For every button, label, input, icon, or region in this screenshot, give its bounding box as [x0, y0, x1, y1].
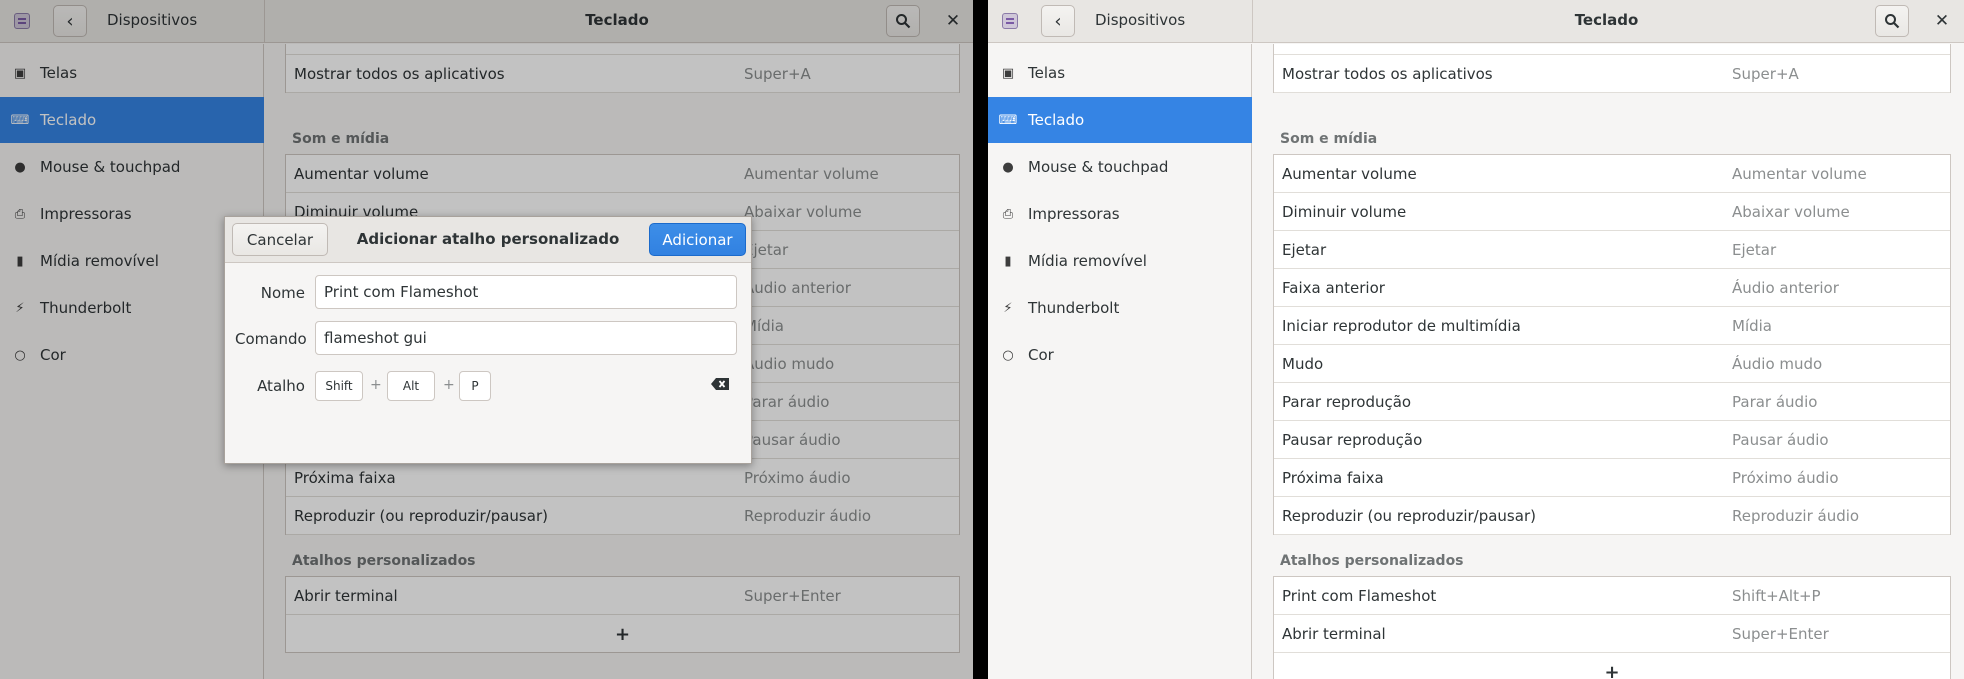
shortcut-key-p: P: [459, 371, 491, 401]
add-button[interactable]: Adicionar: [649, 223, 746, 256]
sidebar-item-midia-removivel[interactable]: ▮ Mídia removível: [988, 238, 1252, 284]
shortcut-row[interactable]: Abrir terminal Super+Enter: [1274, 615, 1950, 653]
sidebar-item-thunderbolt[interactable]: ⚡ Thunderbolt: [988, 285, 1252, 331]
shortcut-name: Reproduzir (ou reproduzir/pausar): [1282, 507, 1536, 525]
name-label: Nome: [260, 284, 305, 302]
settings-window-left: ‹ Dispositivos Teclado ✕ ▣ Telas ⌨ Teclado ●…: [0, 0, 973, 679]
sidebar-item-mouse-touchpad[interactable]: ● Mouse & touchpad: [988, 144, 1252, 190]
shortcut-name: Aumentar volume: [1282, 165, 1417, 183]
key-separator: +: [443, 377, 455, 393]
sidebar: ▣ Telas ⌨ Teclado ● Mouse & touchpad ⎙ Impresso…: [988, 44, 1252, 679]
shortcut-key-alt: Alt: [387, 371, 435, 401]
back-button[interactable]: ‹: [1041, 5, 1075, 37]
shortcut-accel: Parar áudio: [1732, 393, 1818, 411]
mouse-icon: ●: [1002, 159, 1014, 175]
shortcut-group: Mostrar o prompt de comando de execução A…: [1273, 44, 1951, 93]
shortcut-name: Abrir terminal: [1282, 625, 1386, 643]
shortcut-name: Print com Flameshot: [1282, 587, 1437, 605]
shortcut-row[interactable]: Ejetar Ejetar: [1274, 231, 1950, 269]
shortcut-row[interactable]: Parar reprodução Parar áudio: [1274, 383, 1950, 421]
name-field[interactable]: Print com Flameshot: [315, 275, 737, 309]
dialog-header: Cancelar Adicionar atalho personalizado …: [225, 217, 751, 263]
shortcut-row[interactable]: Pausar reprodução Pausar áudio: [1274, 421, 1950, 459]
shortcut-row[interactable]: Aumentar volume Aumentar volume: [1274, 155, 1950, 193]
shortcut-row[interactable]: Próxima faixa Próximo áudio: [1274, 459, 1950, 497]
page-title: Teclado: [1574, 11, 1639, 29]
shortcut-name: Parar reprodução: [1282, 393, 1412, 411]
shortcut-accel: Aumentar volume: [1732, 165, 1867, 183]
shortcut-accel: Super+A: [1732, 65, 1799, 83]
sidebar-item-label: Impressoras: [1028, 205, 1120, 223]
keyboard-icon: ⌨: [998, 112, 1018, 128]
sidebar-item-label: Mouse & touchpad: [1028, 158, 1169, 176]
sidebar-item-label: Telas: [1028, 64, 1066, 82]
custom-shortcut-group: Print com Flameshot Shift+Alt+P Abrir term…: [1273, 576, 1951, 679]
add-shortcut-button[interactable]: +: [1274, 653, 1950, 679]
thunderbolt-icon: ⚡: [1003, 300, 1013, 316]
shortcut-accel: Áudio anterior: [1732, 279, 1839, 297]
shortcut-name: Faixa anterior: [1282, 279, 1385, 297]
search-icon: [1885, 14, 1900, 29]
keyboard-shortcuts-list: Mostrar o prompt de comando de execução A…: [1253, 44, 1964, 679]
shortcut-name: Mudo: [1282, 355, 1324, 373]
shortcut-accel: Reproduzir áudio: [1732, 507, 1860, 525]
shortcut-key-shift: Shift: [315, 371, 363, 401]
shortcut-row[interactable]: Faixa anterior Áudio anterior: [1274, 269, 1950, 307]
dialog-title: Adicionar atalho personalizado: [356, 230, 620, 248]
panel-title: Dispositivos: [1095, 11, 1186, 29]
shortcut-row[interactable]: Iniciar reprodutor de multimídia Mídia: [1274, 307, 1950, 345]
shortcut-accel: Áudio mudo: [1732, 355, 1823, 373]
sidebar-item-impressoras[interactable]: ⎙ Impressoras: [988, 191, 1252, 237]
shortcut-row[interactable]: Mostrar o prompt de comando de execução A…: [1274, 44, 1950, 55]
sidebar-item-telas[interactable]: ▣ Telas: [988, 50, 1252, 96]
shortcut-name: Diminuir volume: [1282, 203, 1407, 221]
usb-drive-icon: ▮: [1004, 253, 1012, 269]
shortcut-label: Atalho: [257, 377, 305, 395]
chevron-left-icon: ‹: [1054, 10, 1062, 32]
key-separator: +: [370, 377, 382, 393]
shortcut-row[interactable]: Print com Flameshot Shift+Alt+P: [1274, 577, 1950, 615]
close-icon: ✕: [1934, 11, 1950, 31]
sidebar-item-label: Mídia removível: [1028, 252, 1147, 270]
shortcut-name: Pausar reprodução: [1282, 431, 1423, 449]
sidebar-item-label: Cor: [1028, 346, 1054, 364]
shortcut-group: Aumentar volume Aumentar volume Diminuir v…: [1273, 154, 1951, 535]
shortcut-accel: Mídia: [1732, 317, 1772, 335]
shortcut-accel: Abaixar volume: [1732, 203, 1850, 221]
shortcut-accel: Alt+F2: [1732, 44, 1783, 45]
clear-shortcut-icon[interactable]: [711, 378, 729, 390]
printer-icon: ⎙: [1002, 206, 1014, 222]
sidebar-item-teclado[interactable]: ⌨ Teclado: [988, 97, 1252, 143]
close-button[interactable]: ✕: [1930, 9, 1954, 33]
section-heading: Som e mídia: [1280, 131, 1378, 147]
settings-window-right: ‹ Dispositivos Teclado ✕ ▣ Telas ⌨ Teclado ●…: [988, 0, 1964, 679]
shortcut-accel: Pausar áudio: [1732, 431, 1829, 449]
shortcut-accel: Super+Enter: [1732, 625, 1829, 643]
shortcut-row[interactable]: Reproduzir (ou reproduzir/pausar) Reprodu…: [1274, 497, 1950, 535]
command-field[interactable]: flameshot gui: [315, 321, 737, 355]
search-button[interactable]: [1875, 5, 1909, 37]
display-icon: ▣: [1001, 65, 1015, 81]
settings-app-icon: [1002, 13, 1018, 29]
sidebar-item-cor[interactable]: ○ Cor: [988, 332, 1252, 378]
sidebar-item-label: Thunderbolt: [1028, 299, 1120, 317]
shortcut-name: Próxima faixa: [1282, 469, 1384, 487]
sidebar-item-label: Teclado: [1028, 111, 1085, 129]
shortcut-name: Mostrar todos os aplicativos: [1282, 65, 1493, 83]
cancel-button[interactable]: Cancelar: [232, 223, 328, 256]
shortcut-row[interactable]: Diminuir volume Abaixar volume: [1274, 193, 1950, 231]
shortcut-name: Mostrar o prompt de comando de execução: [1282, 44, 1610, 45]
shortcut-name: Ejetar: [1282, 241, 1327, 259]
color-icon: ○: [1002, 347, 1014, 363]
shortcut-accel: Ejetar: [1732, 241, 1777, 259]
section-heading: Atalhos personalizados: [1280, 553, 1464, 569]
shortcut-accel: Shift+Alt+P: [1732, 587, 1821, 605]
add-custom-shortcut-dialog: Cancelar Adicionar atalho personalizado …: [224, 216, 752, 464]
shortcut-name: Iniciar reprodutor de multimídia: [1282, 317, 1521, 335]
shortcut-row[interactable]: Mostrar todos os aplicativos Super+A: [1274, 55, 1950, 93]
shortcut-accel: Próximo áudio: [1732, 469, 1839, 487]
header-bar: ‹ Dispositivos Teclado ✕: [988, 0, 1964, 43]
command-label: Comando: [235, 330, 307, 348]
shortcut-row[interactable]: Mudo Áudio mudo: [1274, 345, 1950, 383]
